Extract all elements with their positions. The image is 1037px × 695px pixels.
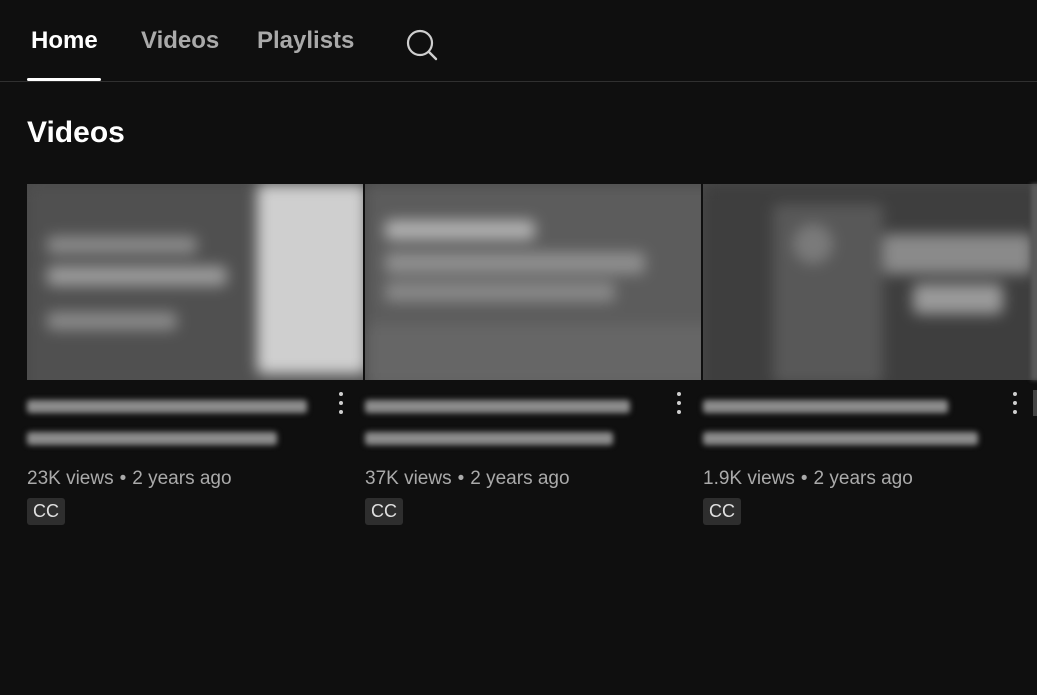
meta-separator: •: [457, 468, 465, 489]
video-thumbnail[interactable]: [365, 184, 701, 380]
section-title: Videos: [27, 116, 125, 149]
more-options-icon[interactable]: [675, 390, 683, 416]
upload-age: 2 years ago: [470, 468, 570, 489]
meta-separator: •: [119, 468, 127, 489]
video-title[interactable]: [703, 394, 1003, 454]
video-thumbnail[interactable]: [703, 184, 1037, 380]
cc-badge: CC: [27, 498, 65, 525]
tab-playlists-label: Playlists: [257, 27, 355, 54]
more-options-icon[interactable]: [1011, 390, 1019, 416]
view-count: 23K views: [27, 468, 114, 489]
tab-home-label: Home: [31, 27, 98, 54]
view-count: 1.9K views: [703, 468, 795, 489]
next-video-menu-partial: [1033, 390, 1037, 416]
more-options-icon[interactable]: [337, 390, 345, 416]
video-title[interactable]: [27, 394, 327, 454]
cc-badge: CC: [365, 498, 403, 525]
view-count: 37K views: [365, 468, 452, 489]
video-meta: 37K views • 2 years ago: [365, 468, 570, 490]
meta-separator: •: [800, 468, 808, 489]
tab-playlists[interactable]: Playlists: [257, 0, 354, 82]
cc-badge: CC: [703, 498, 741, 525]
next-video-thumbnail-partial[interactable]: [1031, 184, 1037, 380]
video-meta: 23K views • 2 years ago: [27, 468, 232, 490]
upload-age: 2 years ago: [132, 468, 232, 489]
channel-tab-bar: Home Videos Playlists: [0, 0, 1037, 82]
video-thumbnail[interactable]: [27, 184, 363, 380]
search-icon: [406, 29, 438, 61]
tab-videos-label: Videos: [141, 27, 220, 54]
search-button[interactable]: [402, 26, 440, 64]
upload-age: 2 years ago: [813, 468, 913, 489]
video-title[interactable]: [365, 394, 665, 454]
tab-videos[interactable]: Videos: [141, 0, 219, 82]
tab-home[interactable]: Home: [27, 0, 101, 82]
active-tab-indicator: [27, 78, 101, 81]
video-meta: 1.9K views • 2 years ago: [703, 468, 913, 490]
